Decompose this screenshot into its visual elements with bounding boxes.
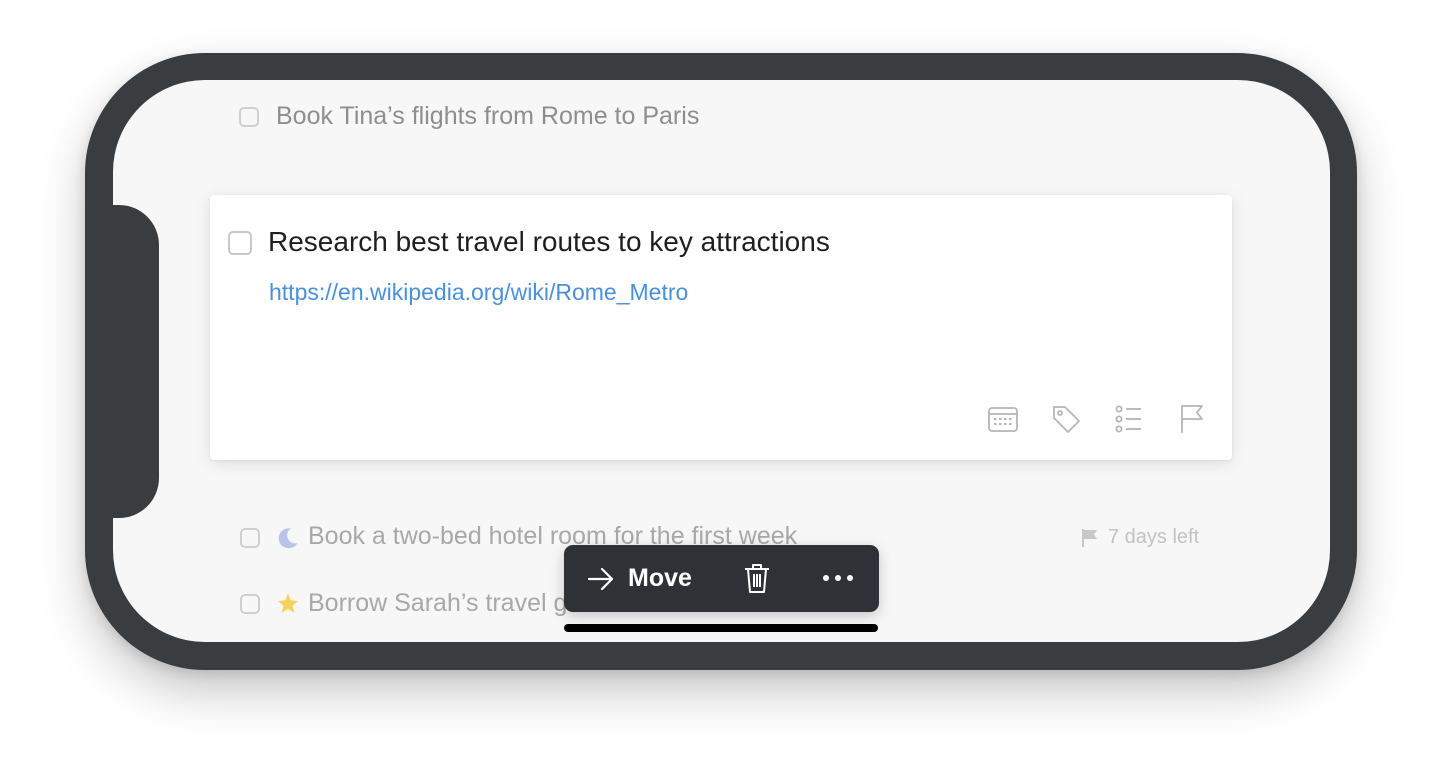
task-title-top[interactable]: Book Tina’s flights from Rome to Paris [276,102,699,131]
arrow-right-icon [587,567,614,590]
task-checkbox-selected[interactable] [228,231,252,255]
moon-icon [276,526,300,550]
task-checkbox-top[interactable] [239,107,259,127]
trash-icon[interactable] [740,561,774,595]
task-notes-link[interactable]: https://en.wikipedia.org/wiki/Rome_Metro [269,279,688,306]
action-toolbar: Move [564,545,879,612]
device-notch [85,205,159,518]
home-indicator[interactable] [564,624,878,632]
deadline-badge: 7 days left [1080,526,1199,549]
star-icon [276,592,300,616]
move-button[interactable]: Move [586,545,692,612]
deadline-text: 7 days left [1108,526,1200,548]
task-checkbox-guide[interactable] [240,594,260,614]
tag-icon[interactable] [1049,402,1083,436]
task-checkbox-hotel[interactable] [240,528,260,548]
flag-icon[interactable] [1175,402,1209,436]
move-label: Move [628,564,692,592]
task-detail-card[interactable]: Research best travel routes to key attra… [210,195,1232,460]
checklist-icon[interactable] [1112,402,1146,436]
deadline-flag-icon [1082,528,1097,547]
task-title-selected[interactable]: Research best travel routes to key attra… [268,226,830,258]
more-icon[interactable] [820,561,856,595]
calendar-icon[interactable] [986,402,1020,436]
